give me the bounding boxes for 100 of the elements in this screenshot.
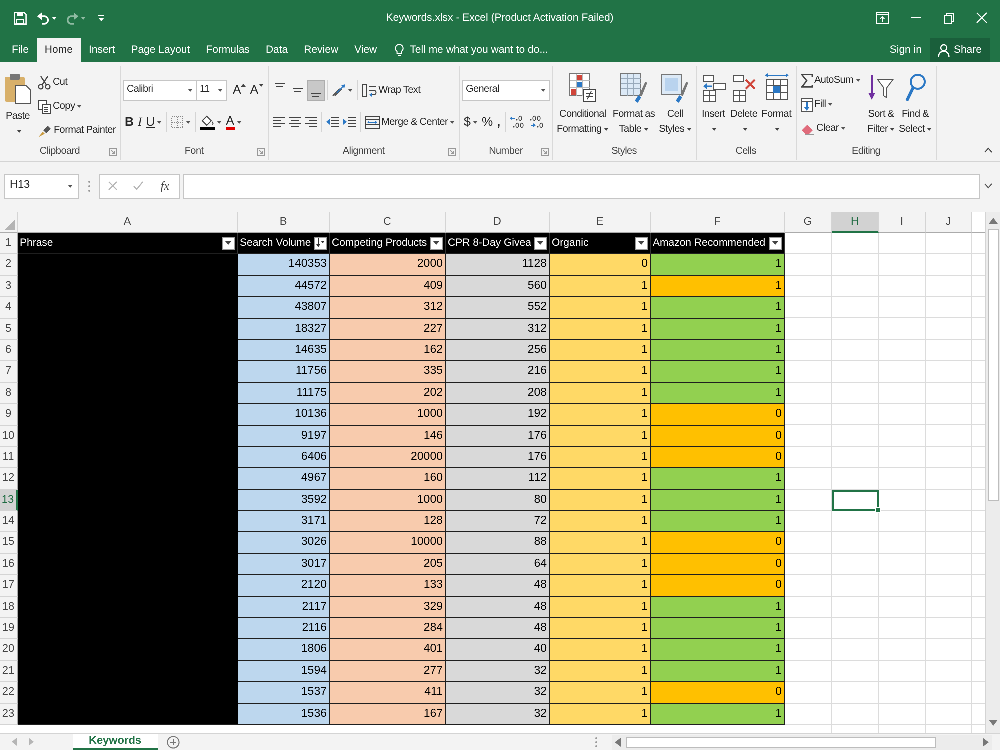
grow-font-button[interactable]: A — [230, 80, 248, 100]
format-as-table-button[interactable]: Format as Table — [610, 72, 658, 138]
selected-cell[interactable] — [832, 490, 879, 512]
fill-handle[interactable] — [875, 507, 881, 514]
underline-button[interactable]: U — [144, 112, 164, 132]
row-number[interactable]: 6 — [0, 340, 18, 362]
ribbon-tab[interactable]: File — [4, 38, 37, 62]
row-number[interactable]: 13 — [0, 490, 18, 512]
currency-button[interactable]: $ — [462, 112, 480, 132]
row-number[interactable]: 2 — [0, 254, 18, 276]
row-number[interactable]: 4 — [0, 297, 18, 319]
row-number[interactable]: 19 — [0, 618, 18, 640]
font-color-button[interactable]: A — [224, 112, 244, 132]
ribbon-display-options-icon[interactable] — [876, 12, 889, 24]
dialog-launcher-icon[interactable] — [256, 148, 265, 156]
column-letter[interactable]: G — [785, 212, 832, 233]
scrollbar-thumb[interactable] — [988, 229, 998, 501]
row-number[interactable]: 12 — [0, 468, 18, 490]
restore-icon[interactable] — [943, 12, 955, 24]
close-icon[interactable] — [976, 12, 988, 24]
row-number[interactable]: 16 — [0, 554, 18, 576]
sort-filter-button[interactable]: Sort & Filter — [866, 72, 898, 138]
row-number[interactable]: 18 — [0, 596, 18, 618]
row-number[interactable]: 17 — [0, 575, 18, 597]
horizontal-scrollbar[interactable] — [612, 734, 992, 750]
dialog-launcher-icon[interactable] — [108, 148, 117, 156]
fill-button[interactable]: Fill — [798, 94, 863, 115]
format-painter-button[interactable]: Format Painter — [36, 120, 118, 141]
vertical-scrollbar[interactable] — [985, 212, 1000, 733]
row-number[interactable]: 14 — [0, 511, 18, 532]
bold-button[interactable]: B — [122, 112, 136, 132]
dialog-launcher-icon[interactable] — [448, 148, 456, 156]
row-number[interactable]: 11 — [0, 446, 18, 468]
scroll-left-icon[interactable] — [615, 738, 621, 746]
insert-button[interactable]: Insert — [698, 72, 729, 138]
save-icon[interactable] — [14, 12, 27, 24]
dialog-launcher-icon[interactable] — [541, 148, 550, 156]
scroll-right-icon[interactable] — [983, 738, 989, 746]
row-number[interactable]: 1 — [0, 233, 18, 254]
scroll-up-icon[interactable] — [988, 218, 998, 224]
expand-formula-bar-icon[interactable] — [984, 183, 993, 189]
column-letter[interactable]: J — [926, 212, 972, 233]
row-number[interactable]: 10 — [0, 426, 18, 447]
column-letter[interactable]: A — [18, 212, 238, 233]
filter-button[interactable] — [222, 236, 235, 250]
tell-me-field[interactable]: Tell me what you want to do... — [410, 44, 570, 56]
formula-input[interactable] — [183, 174, 980, 198]
column-letter[interactable]: H — [832, 212, 879, 233]
filter-button[interactable] — [769, 236, 782, 250]
column-letter[interactable]: C — [330, 212, 446, 233]
customize-quick-access-icon[interactable] — [98, 14, 105, 22]
shrink-font-button[interactable]: A — [248, 80, 266, 100]
comma-style-button[interactable]: , — [495, 112, 503, 132]
format-button[interactable]: Format — [760, 72, 794, 138]
delete-button[interactable]: Delete — [728, 72, 760, 138]
filter-button[interactable] — [635, 236, 648, 250]
merge-center-button[interactable]: Merge & Center — [362, 112, 458, 132]
clear-button[interactable]: Clear — [798, 118, 863, 139]
row-number[interactable]: 20 — [0, 639, 18, 661]
font-size-field[interactable]: 11 — [196, 80, 227, 100]
paste-button[interactable]: Paste — [2, 72, 34, 140]
conditional-formatting-button[interactable]: Conditional Formatting — [555, 72, 611, 138]
scrollbar-thumb[interactable] — [626, 736, 936, 748]
number-format-field[interactable]: General — [462, 80, 550, 100]
percent-button[interactable]: % — [480, 112, 496, 132]
column-letter[interactable]: D — [446, 212, 550, 233]
row-number[interactable]: 3 — [0, 276, 18, 298]
ribbon-tab[interactable]: Data — [258, 38, 296, 62]
row-number[interactable]: 7 — [0, 361, 18, 383]
ribbon-tab[interactable]: Formulas — [198, 38, 258, 62]
undo-icon[interactable] — [37, 12, 50, 24]
sheet-tab[interactable]: Keywords — [73, 734, 158, 750]
filter-button[interactable] — [534, 236, 547, 250]
column-letter[interactable]: E — [550, 212, 651, 233]
column-letter[interactable]: I — [879, 212, 926, 233]
ribbon-tab[interactable]: Home — [36, 38, 81, 62]
autosum-button[interactable]: AutoSum — [798, 70, 863, 91]
row-number[interactable]: 22 — [0, 682, 18, 704]
row-number[interactable]: 5 — [0, 318, 18, 340]
share-button[interactable]: Share — [930, 38, 990, 62]
copy-button[interactable]: Copy — [36, 96, 118, 117]
cut-button[interactable]: Cut — [36, 72, 118, 93]
row-number[interactable]: 21 — [0, 660, 18, 682]
row-number[interactable]: 23 — [0, 704, 18, 725]
ribbon-tab[interactable]: View — [346, 38, 386, 62]
italic-button[interactable]: I — [136, 112, 144, 132]
font-name-field[interactable]: Calibri — [122, 80, 197, 100]
bottom-align-button[interactable] — [306, 80, 325, 100]
cell-styles-button[interactable]: Cell Styles — [657, 72, 694, 138]
row-number[interactable]: 9 — [0, 404, 18, 426]
ribbon-tab[interactable]: Insert — [80, 38, 124, 62]
ribbon-tab[interactable]: Page Layout — [123, 38, 198, 62]
insert-function-button[interactable]: fx — [158, 178, 172, 194]
add-sheet-icon[interactable] — [166, 736, 180, 748]
sign-in-link[interactable]: Sign in — [882, 38, 930, 62]
column-letter[interactable]: B — [238, 212, 330, 233]
column-letter[interactable]: F — [651, 212, 785, 233]
wrap-text-button[interactable]: Wrap Text — [360, 80, 423, 100]
find-select-button[interactable]: Find & Select — [897, 72, 934, 138]
row-number[interactable]: 15 — [0, 532, 18, 554]
